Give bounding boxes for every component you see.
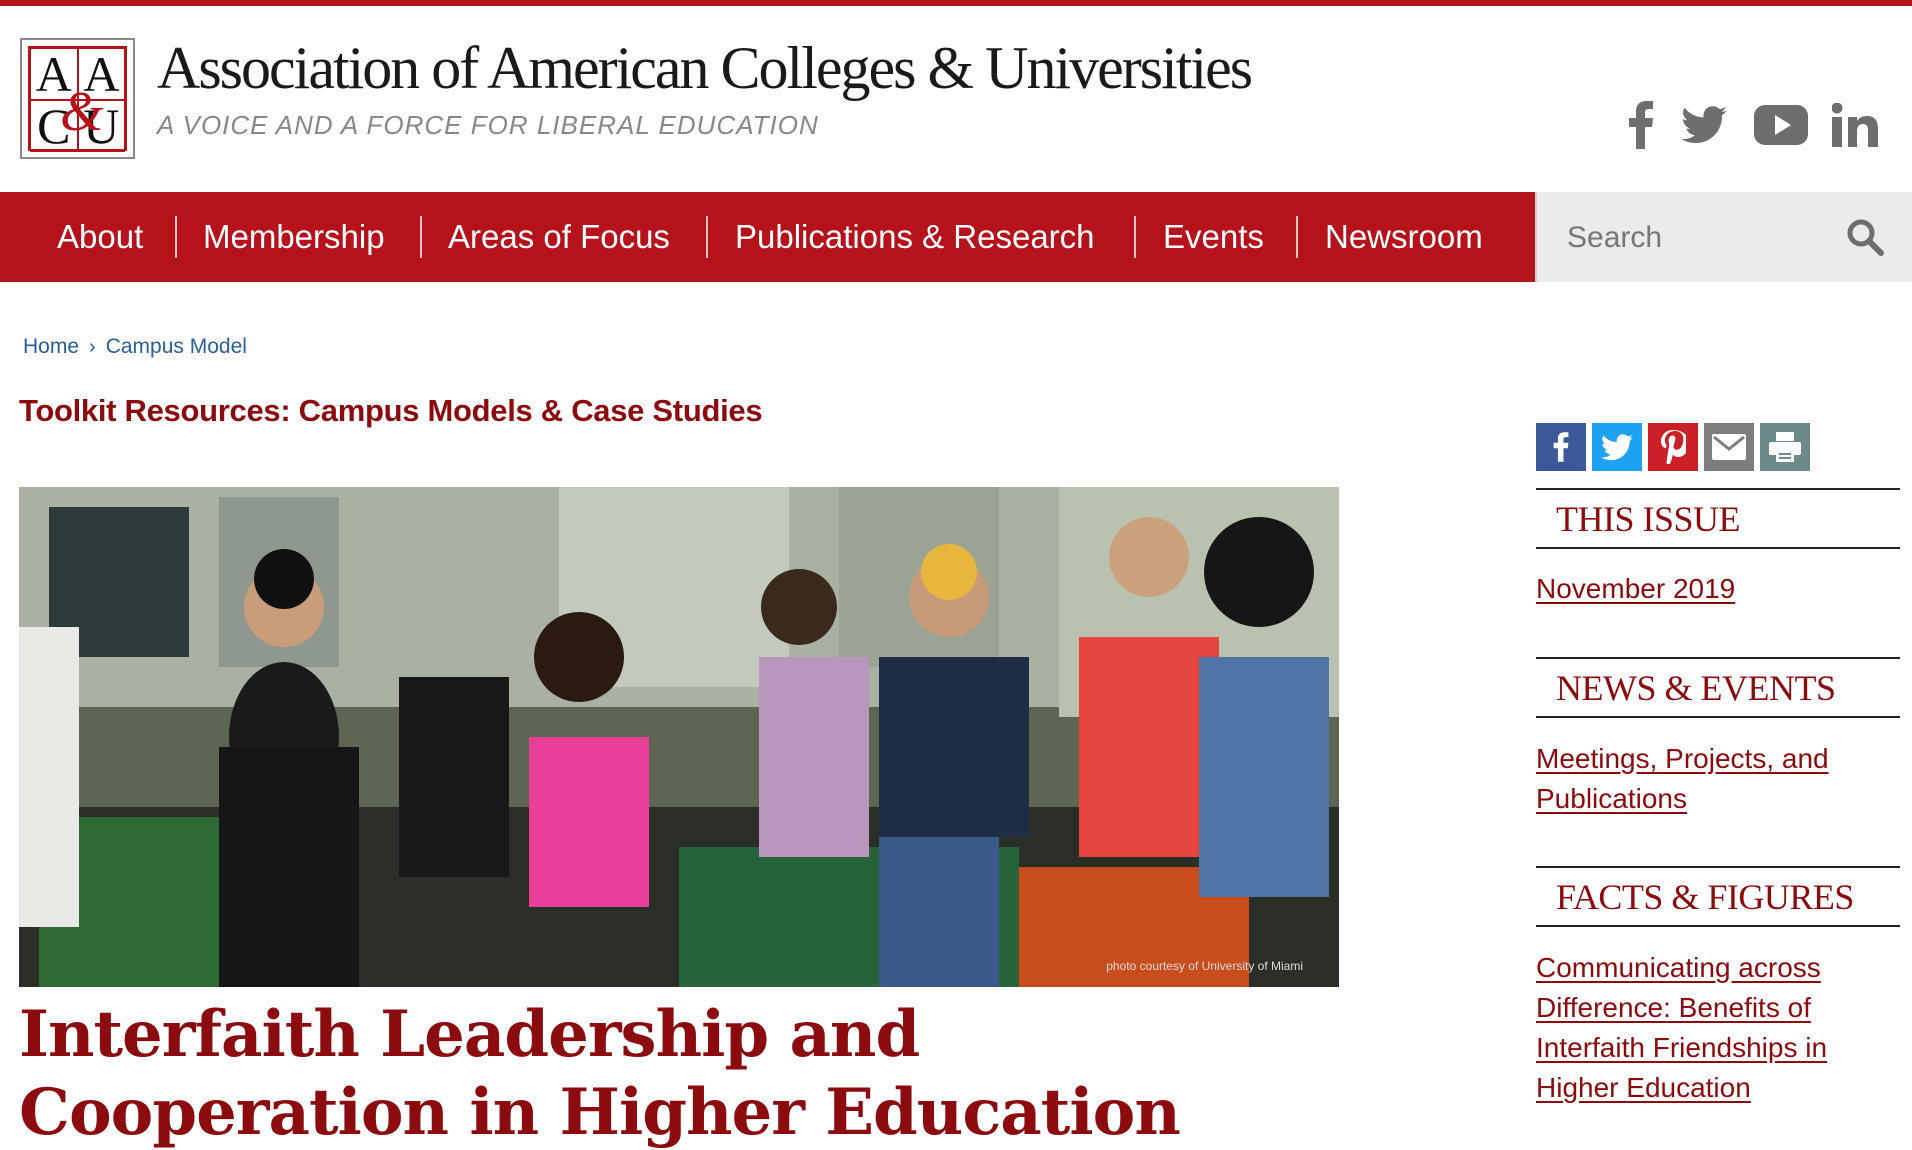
sidebar-link-news-events[interactable]: Meetings, Projects, and Publications bbox=[1536, 739, 1900, 819]
nav-divider bbox=[1296, 216, 1298, 258]
share-pinterest-icon[interactable] bbox=[1648, 423, 1698, 471]
sidebar-heading-facts-figures: FACTS & FIGURES bbox=[1536, 866, 1900, 927]
sidebar-link-facts-figures[interactable]: Communicating across Difference: Benefit… bbox=[1536, 948, 1900, 1108]
breadcrumb-campus-model[interactable]: Campus Model bbox=[106, 335, 247, 359]
share-print-icon[interactable] bbox=[1760, 423, 1810, 471]
site-tagline: A VOICE AND A FORCE FOR LIBERAL EDUCATIO… bbox=[157, 110, 819, 140]
share-email-icon[interactable] bbox=[1704, 423, 1754, 471]
top-stripe bbox=[0, 0, 1912, 6]
twitter-icon[interactable] bbox=[1680, 100, 1728, 150]
photo-credit: photo courtesy of University of Miami bbox=[1106, 959, 1303, 973]
nav-item-events[interactable]: Events bbox=[1163, 192, 1264, 282]
search-icon[interactable] bbox=[1846, 218, 1884, 256]
nav-item-membership[interactable]: Membership bbox=[203, 192, 385, 282]
nav-item-newsroom[interactable]: Newsroom bbox=[1325, 192, 1483, 282]
share-twitter-icon[interactable] bbox=[1592, 423, 1642, 471]
hero-photo: photo courtesy of University of Miami bbox=[19, 487, 1339, 987]
nav-item-publications-research[interactable]: Publications & Research bbox=[735, 192, 1095, 282]
nav-item-areas-of-focus[interactable]: Areas of Focus bbox=[448, 192, 670, 282]
linkedin-icon[interactable] bbox=[1830, 100, 1880, 150]
breadcrumb: Home › Campus Model bbox=[23, 335, 247, 359]
breadcrumb-separator: › bbox=[89, 335, 96, 358]
search-input[interactable] bbox=[1567, 216, 1837, 260]
share-toolbar bbox=[1536, 423, 1810, 471]
share-facebook-icon[interactable] bbox=[1536, 423, 1586, 471]
aacu-logo[interactable]: A A C U & bbox=[20, 38, 135, 159]
logo-ampersand: & bbox=[60, 81, 104, 143]
sidebar-heading-news-events: NEWS & EVENTS bbox=[1536, 657, 1900, 718]
nav-divider bbox=[1134, 216, 1136, 258]
site-title[interactable]: Association of American Colleges & Unive… bbox=[157, 34, 1253, 103]
breadcrumb-home[interactable]: Home bbox=[23, 335, 79, 359]
section-title: Toolkit Resources: Campus Models & Case … bbox=[19, 393, 763, 428]
nav-item-about[interactable]: About bbox=[57, 192, 143, 282]
facebook-icon[interactable] bbox=[1626, 100, 1656, 150]
article-title: Interfaith Leadership and Cooperation in… bbox=[19, 997, 1181, 1150]
youtube-icon[interactable] bbox=[1754, 100, 1808, 150]
nav-divider bbox=[420, 216, 422, 258]
nav-divider bbox=[706, 216, 708, 258]
nav-divider bbox=[175, 216, 177, 258]
sidebar-link-this-issue[interactable]: November 2019 bbox=[1536, 569, 1900, 609]
sidebar-heading-this-issue: THIS ISSUE bbox=[1536, 488, 1900, 549]
main-nav: About Membership Areas of Focus Publicat… bbox=[0, 192, 1535, 282]
